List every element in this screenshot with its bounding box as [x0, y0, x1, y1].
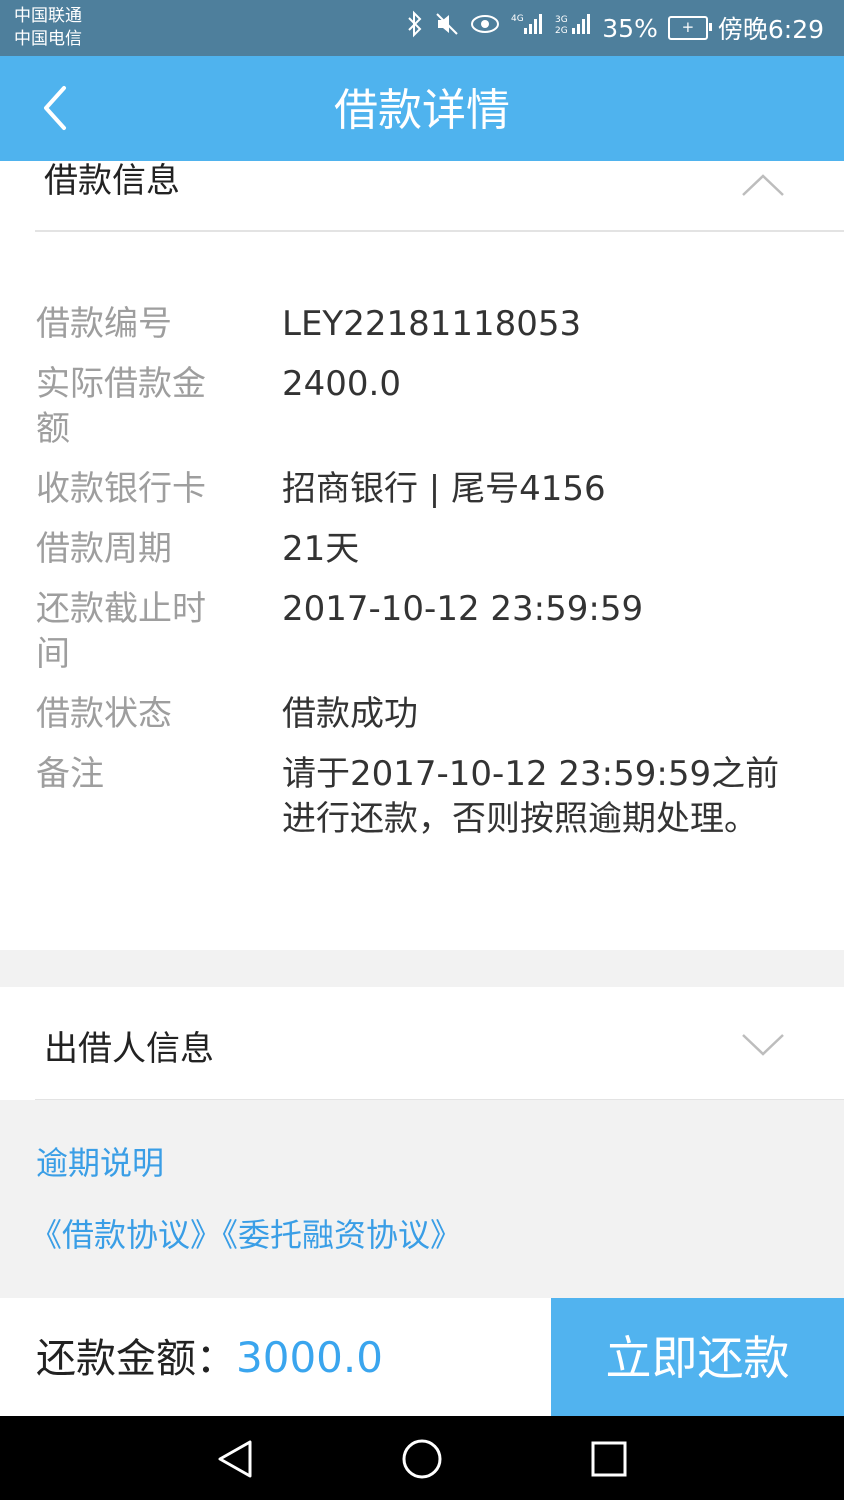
section-gap: [0, 950, 844, 987]
row-value: 2017-10-12 23:59:59: [282, 589, 644, 629]
eye-icon: [470, 13, 500, 43]
home-circle-icon[interactable]: [397, 1434, 447, 1484]
row-label: 借款编号: [36, 304, 172, 344]
loan-info-header[interactable]: 借款信息: [0, 161, 844, 232]
agreements-links: 《借款协议》《委托融资协议》: [30, 1210, 462, 1256]
row-value: 请于2017-10-12 23:59:59之前进行还款，否则按照逾期处理。: [282, 754, 780, 839]
overdue-explanation-link[interactable]: 逾期说明: [36, 1138, 164, 1184]
carrier-2: 中国电信: [14, 29, 82, 49]
entrust-agreement-link[interactable]: 《委托融资协议》: [222, 1216, 462, 1254]
row-label: 借款周期: [36, 529, 172, 569]
row-label: 还款截止时间: [36, 589, 206, 674]
lender-info-title: 出借人信息: [44, 1029, 214, 1069]
chevron-down-icon[interactable]: [740, 1031, 786, 1059]
carrier-info: 中国联通 中国电信: [14, 5, 82, 51]
mute-icon: [434, 11, 460, 45]
battery-percent: 35%: [602, 13, 658, 43]
repay-amount-value: 3000.0: [236, 1333, 383, 1382]
status-time: 傍晚6:29: [717, 15, 824, 44]
signal-3g-icon: 3G 2G: [554, 10, 592, 46]
status-bar: 中国联通 中国电信 4G 3G 2G 35% + 傍晚6:29: [0, 0, 844, 56]
status-icons: 4G 3G 2G 35% + 傍晚6:29: [406, 10, 824, 46]
row-label: 借款状态: [36, 694, 172, 734]
bottom-bar: 还款金额：3000.0 立即还款: [0, 1298, 844, 1416]
lender-info-header[interactable]: 出借人信息: [0, 987, 844, 1100]
row-value: 21天: [282, 529, 360, 569]
row-value: 招商银行 | 尾号4156: [282, 469, 606, 509]
repay-amount-line: 还款金额：3000.0: [36, 1298, 383, 1419]
row-value: 借款成功: [282, 694, 418, 734]
svg-text:3G: 3G: [555, 15, 568, 25]
links-area: 逾期说明 《借款协议》《委托融资协议》: [0, 1100, 844, 1298]
row-label: 收款银行卡: [36, 469, 206, 509]
repay-amount-label: 还款金额：: [36, 1336, 236, 1382]
nav-bar: 借款详情: [0, 56, 844, 161]
loan-agreement-link[interactable]: 《借款协议》: [30, 1216, 222, 1254]
svg-text:2G: 2G: [555, 26, 568, 36]
row-value: 2400.0: [282, 364, 401, 404]
row-value: LEY22181118053: [282, 304, 582, 344]
svg-text:4G: 4G: [511, 14, 524, 24]
row-label: 实际借款金额: [36, 364, 206, 449]
loan-info-panel: 借款编号 LEY22181118053 实际借款金额 2400.0 收款银行卡 …: [0, 232, 844, 950]
recents-square-icon[interactable]: [584, 1434, 634, 1484]
page-title: 借款详情: [334, 85, 510, 136]
loan-info-title: 借款信息: [44, 161, 180, 201]
battery-icon: +: [667, 16, 712, 40]
chevron-up-icon[interactable]: [740, 171, 786, 199]
carrier-1: 中国联通: [14, 6, 82, 26]
signal-4g-icon: 4G: [510, 10, 544, 46]
row-label: 备注: [36, 754, 104, 794]
back-triangle-icon[interactable]: [210, 1434, 260, 1484]
repay-now-button[interactable]: 立即还款: [551, 1298, 844, 1416]
system-nav-bar: [0, 1416, 844, 1500]
bluetooth-icon: [406, 10, 424, 46]
